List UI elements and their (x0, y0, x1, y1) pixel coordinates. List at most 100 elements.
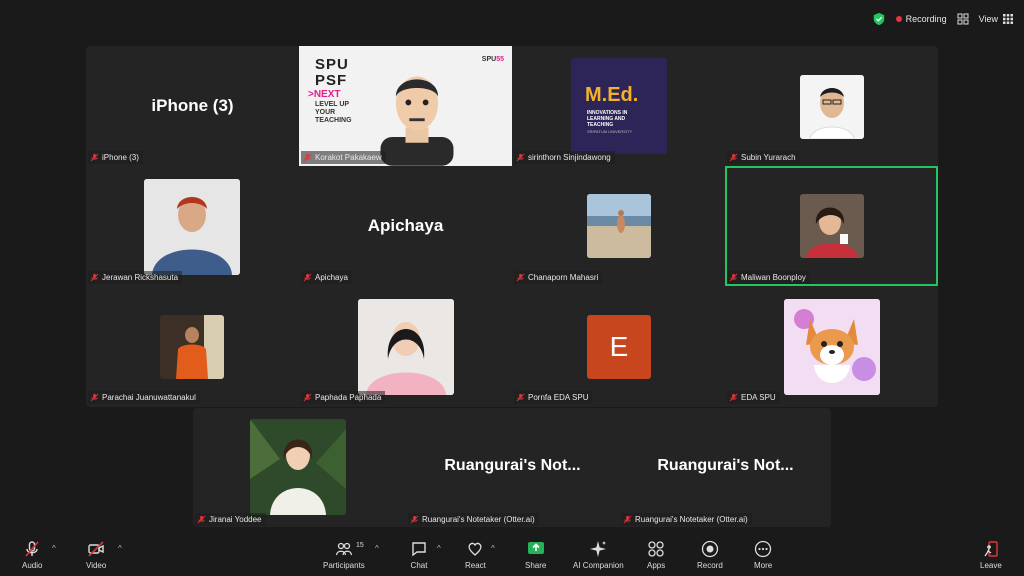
participant-name-label: Parachai Juanuwattanakul (88, 391, 200, 404)
participant-display-name: Apichaya (367, 216, 444, 235)
person-silhouette (800, 194, 864, 258)
top-status-bar: Recording View (872, 8, 1014, 30)
participants-options-caret[interactable]: ^ (375, 544, 379, 553)
med-line-3: TEACHING (587, 122, 614, 128)
participants-count: 15 (356, 542, 364, 549)
participant-photo (800, 194, 864, 258)
video-options-caret[interactable]: ^ (118, 544, 122, 553)
view-label: View (978, 14, 998, 24)
meeting-toolbar: Audio ^ Video ^ Participants 15 ^ Chat ^… (0, 536, 1024, 576)
participant-tile[interactable]: Jiranai Yoddee (193, 408, 406, 528)
more-button[interactable]: More (754, 540, 772, 570)
slide-title-psf: PSF (315, 72, 348, 89)
audio-options-caret[interactable]: ^ (52, 544, 56, 553)
recording-label: Recording (905, 14, 947, 24)
slide-title-spu: SPU (315, 56, 349, 73)
person-silhouette (144, 179, 240, 275)
participant-tile[interactable]: SPU PSF >NEXT LEVEL UP YOUR TEACHING SPU… (299, 46, 512, 166)
chat-button[interactable]: Chat (410, 540, 428, 570)
corgi-avatar (784, 299, 880, 395)
slide-next-text: >NEXT (308, 89, 341, 100)
apps-button[interactable]: Apps (647, 540, 665, 570)
shield-check-icon[interactable] (872, 12, 886, 26)
mic-muted-icon (303, 153, 312, 162)
audio-button[interactable]: Audio (22, 540, 42, 570)
participant-name-label: Subin Yurarach (727, 151, 800, 164)
participant-tile[interactable]: EDA SPU (725, 286, 938, 406)
slide-sub-1: LEVEL UP (315, 101, 350, 108)
participant-tile-active-speaker[interactable]: Maliwan Boonploy (725, 166, 938, 286)
view-button[interactable]: View (979, 13, 1014, 25)
gallery-grid-icon[interactable] (957, 13, 969, 25)
slide-logo: SPU55 (481, 56, 504, 63)
person-silhouette (160, 315, 224, 379)
chat-options-caret[interactable]: ^ (437, 544, 441, 553)
video-button[interactable]: Video (86, 540, 106, 570)
apps-icon (648, 541, 664, 557)
leave-button[interactable]: Leave (980, 540, 1002, 570)
heart-icon (468, 542, 483, 556)
recording-indicator[interactable]: Recording (895, 14, 947, 24)
record-button[interactable]: Record (697, 540, 723, 570)
participant-name-label: Paphada Paphada (301, 391, 386, 404)
mic-muted-icon (729, 153, 738, 162)
mic-muted-icon (516, 393, 525, 402)
share-button[interactable]: Share (525, 540, 546, 570)
more-dots-icon (754, 540, 772, 558)
participant-name-label: Pornfa EDA SPU (514, 391, 593, 404)
initial-avatar: E (587, 315, 651, 379)
participant-tile[interactable]: Paphada Paphada (299, 286, 512, 406)
mic-muted-icon (410, 515, 419, 524)
mic-muted-icon (303, 393, 312, 402)
mic-muted-icon (90, 153, 99, 162)
participant-name-label: Jerawan Rickshasuta (88, 271, 183, 284)
participant-tile[interactable]: Ruangurai's Not... Ruangurai's Notetaker… (406, 408, 619, 528)
person-silhouette (358, 299, 454, 395)
react-button[interactable]: React (465, 540, 486, 570)
mic-muted-icon (25, 541, 39, 557)
participant-photo (800, 75, 864, 139)
share-screen-icon (527, 542, 544, 554)
participant-display-name: Ruangurai's Not... (657, 457, 794, 474)
video-gallery-row-4: Jiranai Yoddee Ruangurai's Not... Ruangu… (193, 408, 831, 527)
participant-name-label: iPhone (3) (88, 151, 143, 164)
mic-muted-icon (303, 273, 312, 282)
participant-name-label: Ruangurai's Notetaker (Otter.ai) (621, 513, 752, 526)
beach-scene (587, 194, 651, 258)
participant-tile[interactable]: Jerawan Rickshasuta (86, 166, 299, 286)
participant-photo (250, 419, 346, 515)
participant-name-label: Maliwan Boonploy (727, 271, 810, 284)
participant-name-label: EDA SPU (727, 391, 780, 404)
participants-icon (335, 542, 353, 556)
mic-muted-icon (729, 273, 738, 282)
slide-sub-3: TEACHING (315, 117, 352, 124)
participant-tile[interactable]: Apichaya Apichaya (299, 166, 512, 286)
participant-tile[interactable]: Chanaporn Mahasri (512, 166, 725, 286)
participant-tile[interactable]: Subin Yurarach (725, 46, 938, 166)
slide-sub-2: YOUR (315, 109, 336, 116)
mic-muted-icon (197, 515, 206, 524)
person-silhouette (250, 419, 346, 515)
record-icon (701, 540, 719, 558)
med-title: M.Ed. (585, 84, 639, 106)
participant-tile[interactable]: Parachai Juanuwattanakul (86, 286, 299, 406)
med-program-image: M.Ed. INNOVATIONS IN LEARNING AND TEACHI… (571, 58, 667, 154)
ai-companion-button[interactable]: AI Companion (573, 540, 624, 570)
mic-muted-icon (516, 273, 525, 282)
participant-tile[interactable]: Ruangurai's Not... Ruangurai's Notetaker… (619, 408, 832, 528)
participant-tile[interactable]: iPhone (3) iPhone (3) (86, 46, 299, 166)
mic-muted-icon (623, 515, 632, 524)
react-options-caret[interactable]: ^ (491, 544, 495, 553)
leave-door-icon (984, 541, 998, 557)
participant-display-name: Ruangurai's Not... (444, 457, 581, 474)
participant-name-label: Apichaya (301, 271, 352, 284)
video-off-icon (88, 541, 104, 557)
mic-muted-icon (90, 273, 99, 282)
participant-name-label: Chanaporn Mahasri (514, 271, 603, 284)
chat-icon (412, 542, 426, 557)
person-silhouette (800, 75, 864, 139)
participant-tile[interactable]: E Pornfa EDA SPU (512, 286, 725, 406)
recording-dot-icon (895, 16, 902, 22)
participant-tile[interactable]: M.Ed. INNOVATIONS IN LEARNING AND TEACHI… (512, 46, 725, 166)
participant-photo (358, 299, 454, 395)
